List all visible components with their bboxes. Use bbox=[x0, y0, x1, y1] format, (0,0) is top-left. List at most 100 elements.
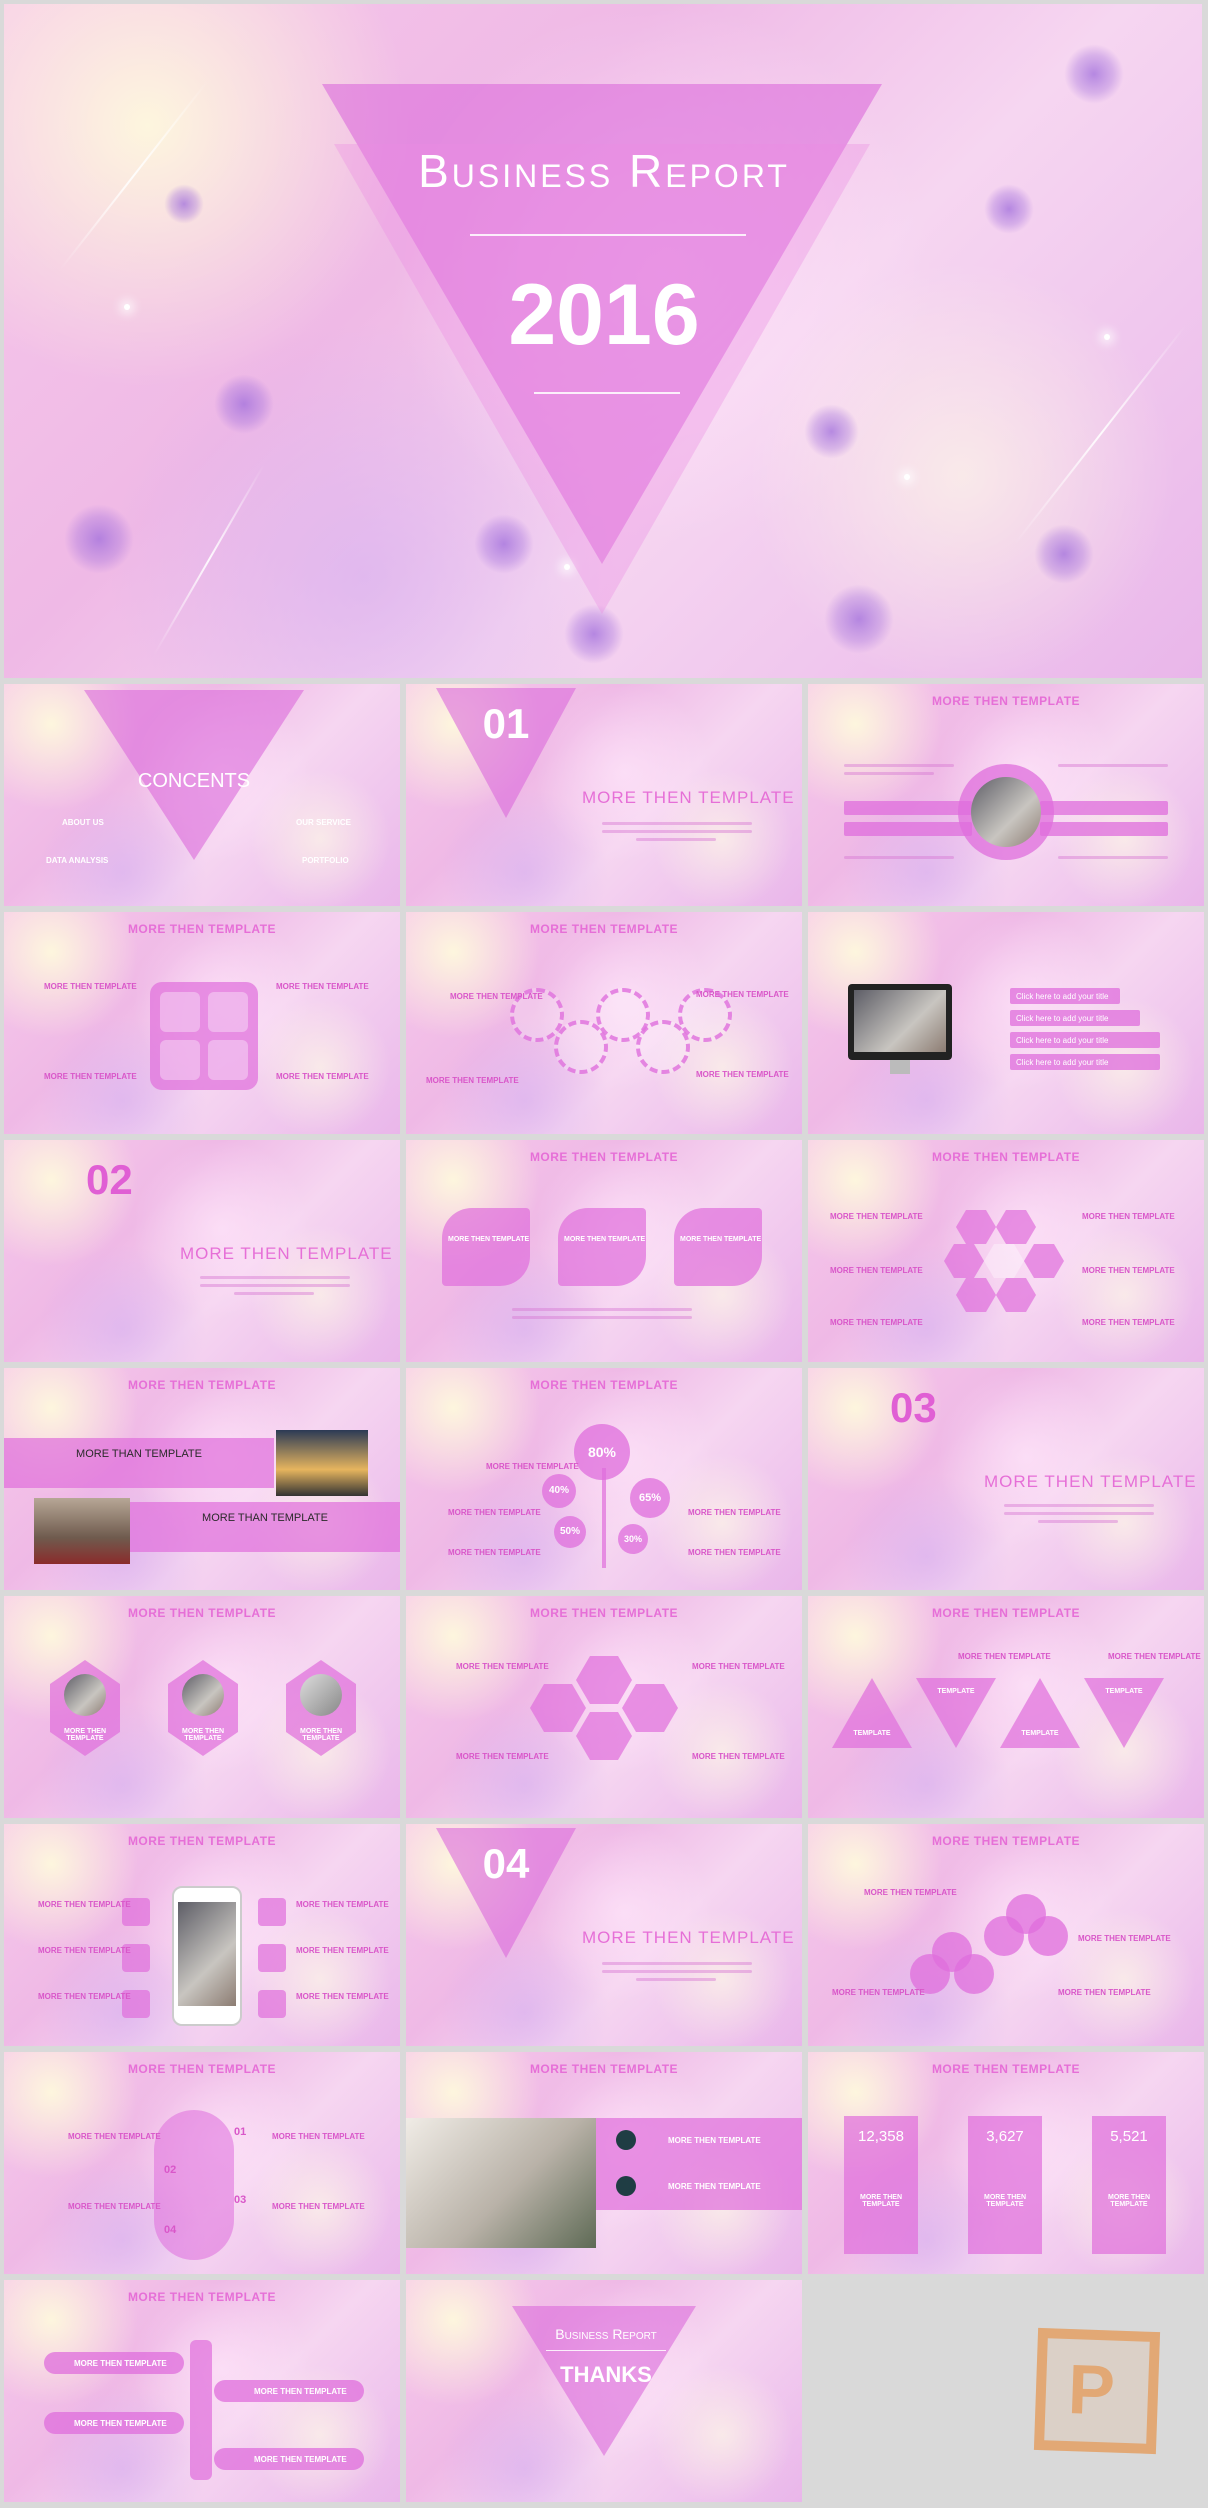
card-photo bbox=[64, 1674, 106, 1716]
gear-icon bbox=[258, 1944, 286, 1972]
item-label: MORE THEN TEMPLATE bbox=[696, 990, 789, 999]
slide-section-04[interactable]: 04 MORE THEN TEMPLATE bbox=[406, 1824, 802, 2046]
shape-label: TEMPLATE bbox=[937, 1688, 975, 1695]
slide-heading: MORE THEN TEMPLATE bbox=[529, 2062, 679, 2076]
slide-flower-petals[interactable]: MORE THEN TEMPLATE MORE THEN TEMPLATE MO… bbox=[808, 1824, 1204, 2046]
slide-hex-photos[interactable]: MORE THEN TEMPLATE MORE THEN TEMPLATE MO… bbox=[4, 1596, 400, 1818]
doc-icon[interactable] bbox=[160, 992, 200, 1032]
sparkle bbox=[1104, 334, 1110, 340]
shape-label: TEMPLATE bbox=[1105, 1688, 1143, 1695]
bar-chart-icon[interactable] bbox=[208, 1040, 248, 1080]
item-label: MORE THEN TEMPLATE bbox=[44, 1072, 137, 1081]
coffee-photo bbox=[406, 2118, 596, 2248]
contents-item[interactable]: OUR SERVICE bbox=[296, 818, 351, 827]
triangle-down: TEMPLATE bbox=[1084, 1678, 1164, 1748]
text-placeholder bbox=[602, 1970, 752, 1973]
slide-icon-grid[interactable]: MORE THEN TEMPLATE MORE THEN TEMPLATE MO… bbox=[4, 912, 400, 1134]
cover-slide[interactable]: Business Report 2016 bbox=[4, 4, 1202, 678]
section-number: 04 bbox=[482, 1840, 530, 1887]
thanks-text: THANKS bbox=[560, 2362, 652, 2387]
slide-heading: MORE THEN TEMPLATE bbox=[529, 1378, 679, 1392]
item-label: MORE THEN TEMPLATE bbox=[1082, 1212, 1175, 1221]
slide-section-02[interactable]: 02 MORE THEN TEMPLATE bbox=[4, 1140, 400, 1362]
slide-hex-honeycomb[interactable]: MORE THEN TEMPLATE MORE THEN TEMPLATE MO… bbox=[406, 1596, 802, 1818]
item-label: MORE THEN TEMPLATE bbox=[68, 2202, 161, 2211]
slide-heading: MORE THEN TEMPLATE bbox=[127, 1606, 277, 1620]
monitor-stand bbox=[890, 1060, 910, 1074]
slide-triangles[interactable]: MORE THEN TEMPLATE TEMPLATE TEMPLATE TEM… bbox=[808, 1596, 1204, 1818]
bubble-value: 50% bbox=[559, 1526, 580, 1537]
contents-item[interactable]: PORTFOLIO bbox=[302, 856, 349, 865]
step-bar: MORE THEN TEMPLATE bbox=[44, 2412, 184, 2434]
text-placeholder bbox=[844, 856, 954, 859]
bar-label: MORE THEN TEMPLATE bbox=[254, 2455, 347, 2464]
slide-heading: MORE THEN TEMPLATE bbox=[127, 922, 277, 936]
slide-section-03[interactable]: 03 MORE THEN TEMPLATE bbox=[808, 1368, 1204, 1590]
contents-item[interactable]: ABOUT US bbox=[62, 818, 104, 827]
wheelchair-icon bbox=[996, 1278, 1036, 1312]
slide-stats[interactable]: MORE THEN TEMPLATE 12,358 MORE THEN TEMP… bbox=[808, 2052, 1204, 2274]
briefcase-icon bbox=[258, 1898, 286, 1926]
text-placeholder bbox=[234, 1292, 314, 1295]
slide-heading: MORE THEN TEMPLATE bbox=[931, 1606, 1081, 1620]
chat-icon[interactable] bbox=[208, 992, 248, 1032]
slide-phone[interactable]: MORE THEN TEMPLATE MORE THEN TEMPLATE MO… bbox=[4, 1824, 400, 2046]
contents-title: CONCENTS bbox=[137, 770, 251, 792]
slide-section-01[interactable]: 01 MORE THEN TEMPLATE bbox=[406, 684, 802, 906]
text-placeholder bbox=[602, 1962, 752, 1965]
slide-gears[interactable]: MORE THEN TEMPLATE MORE THEN TEMPLATE MO… bbox=[406, 912, 802, 1134]
slide-thanks[interactable]: Business Report THANKS bbox=[406, 2280, 802, 2502]
item-label: MORE THEN TEMPLATE bbox=[450, 992, 543, 1001]
slide-monitor[interactable]: Click here to add your title Click here … bbox=[808, 912, 1204, 1134]
text-placeholder bbox=[1004, 1512, 1154, 1515]
text-placeholder bbox=[602, 822, 752, 825]
contents-item[interactable]: DATA ANALYSIS bbox=[46, 856, 108, 865]
step-bar: MORE THEN TEMPLATE bbox=[214, 2380, 364, 2402]
closing-divider bbox=[546, 2350, 666, 2351]
item-label: MORE THEN TEMPLATE bbox=[832, 1988, 925, 1997]
slide-circle-photo[interactable]: MORE THEN TEMPLATE bbox=[808, 684, 1204, 906]
light-streak bbox=[1013, 323, 1188, 546]
slide-tree-chart[interactable]: MORE THEN TEMPLATE 80% 40% 65% 50% 30% M… bbox=[406, 1368, 802, 1590]
card-label: MORE THEN TEMPLATE bbox=[680, 1236, 762, 1243]
flower-decoration bbox=[1064, 44, 1124, 104]
item-label: MORE THEN TEMPLATE bbox=[38, 1946, 131, 1955]
step-number: 04 bbox=[164, 2224, 177, 2236]
stat-value: 12,358 bbox=[858, 2128, 904, 2145]
section-number: 02 bbox=[86, 1156, 133, 1203]
banner-bottom bbox=[130, 1502, 400, 1552]
banner-top bbox=[4, 1438, 274, 1488]
slide-heading: MORE THEN TEMPLATE bbox=[127, 2290, 277, 2304]
slide-heading: MORE THEN TEMPLATE bbox=[529, 1150, 679, 1164]
step-bar: MORE THEN TEMPLATE bbox=[214, 2448, 364, 2470]
slide-photo-list[interactable]: MORE THEN TEMPLATE MORE THEN TEMPLATE MO… bbox=[406, 2052, 802, 2274]
slide-banner-photos[interactable]: MORE THEN TEMPLATE MORE THAN TEMPLATE MO… bbox=[4, 1368, 400, 1590]
slide-contents[interactable]: CONCENTS ABOUT US OUR SERVICE DATA ANALY… bbox=[4, 684, 400, 906]
card-label: MORE THEN TEMPLATE bbox=[182, 1728, 224, 1742]
slide-heading: MORE THEN TEMPLATE bbox=[529, 1606, 679, 1620]
slide-arrow-steps[interactable]: MORE THEN TEMPLATE MORE THEN TEMPLATE MO… bbox=[4, 2280, 400, 2502]
gear-icon bbox=[530, 1684, 586, 1732]
card: MORE THEN TEMPLATE bbox=[558, 1208, 646, 1286]
light-streak bbox=[153, 463, 265, 656]
stat-label: MORE THEN TEMPLATE bbox=[984, 2194, 1026, 2208]
slide-three-cards[interactable]: MORE THEN TEMPLATE MORE THEN TEMPLATE MO… bbox=[406, 1140, 802, 1362]
card-label: MORE THEN TEMPLATE bbox=[300, 1728, 342, 1742]
slide-heading: MORE THEN TEMPLATE bbox=[127, 1834, 277, 1848]
slide-hex-cluster[interactable]: MORE THEN TEMPLATE MORE THEN TEMPLATE MO… bbox=[808, 1140, 1204, 1362]
slide-heading: MORE THEN TEMPLATE bbox=[931, 694, 1081, 708]
item-label: MORE THEN TEMPLATE bbox=[1078, 1934, 1171, 1943]
item-label: MORE THEN TEMPLATE bbox=[696, 1070, 789, 1079]
step-number: 02 bbox=[164, 2164, 177, 2176]
triangle-up: TEMPLATE bbox=[1000, 1678, 1080, 1748]
item-label: MORE THEN TEMPLATE bbox=[830, 1212, 923, 1221]
logo-mark: P bbox=[1066, 2350, 1117, 2430]
flower-decoration bbox=[164, 184, 204, 224]
item-label: MORE THEN TEMPLATE bbox=[448, 1508, 541, 1517]
step-number: 03 bbox=[234, 2194, 247, 2206]
card-label: MORE THEN TEMPLATE bbox=[448, 1236, 530, 1243]
shape-label: TEMPLATE bbox=[1021, 1730, 1059, 1737]
briefcase-icon[interactable] bbox=[160, 1040, 200, 1080]
item-label: MORE THEN TEMPLATE bbox=[830, 1318, 923, 1327]
slide-ribbon-steps[interactable]: MORE THEN TEMPLATE 01 02 03 04 MORE THEN… bbox=[4, 2052, 400, 2274]
